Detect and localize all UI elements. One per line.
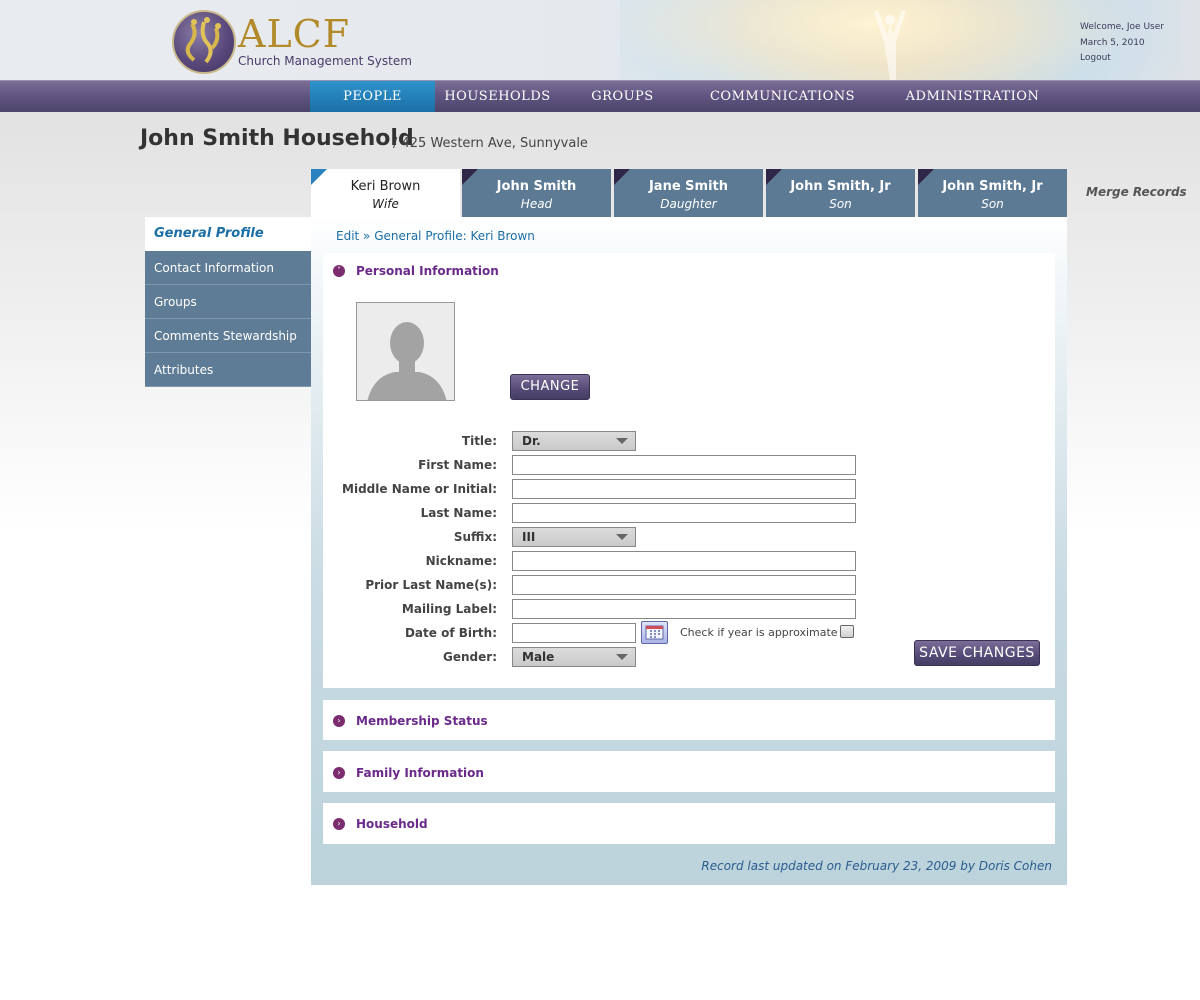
approximate-year-label: Check if year is approximate [680,626,838,639]
nav-administration[interactable]: ADMINISTRATION [880,81,1065,112]
section-title-household[interactable]: Household [356,817,428,831]
last-name-input[interactable] [512,503,856,523]
household-address: / 425 Western Ave, Sunnyvale [393,136,588,151]
nav-groups[interactable]: GROUPS [560,81,685,112]
section-title-personal[interactable]: Personal Information [356,264,499,278]
tab-corner-marker [766,169,782,185]
calendar-grid-icon [645,625,664,640]
welcome-text: Welcome, Joe User [1080,22,1164,32]
household-title: John Smith Household [140,126,414,151]
member-role: Daughter [660,197,717,211]
logo-emblem [172,10,236,74]
middle-name-input[interactable] [512,479,856,499]
first-name-input[interactable] [512,455,856,475]
current-date: March 5, 2010 [1080,37,1145,48]
tab-corner-marker [614,169,630,185]
nav-people[interactable]: PEOPLE [310,81,435,112]
label-nickname: Nickname: [425,554,497,568]
label-gender: Gender: [443,650,497,664]
side-item-groups[interactable]: Groups [145,285,311,319]
main-nav: PEOPLE HOUSEHOLDS GROUPS COMMUNICATIONS … [0,80,1200,112]
title-select[interactable]: Dr. [512,431,636,451]
dropdown-arrow-icon [616,654,628,660]
date-of-birth-input[interactable] [512,623,636,643]
expand-chevron-icon[interactable]: › [333,818,345,830]
label-last-name: Last Name: [420,506,497,520]
label-date-of-birth: Date of Birth: [404,626,497,640]
label-first-name: First Name: [418,458,497,472]
member-name: John Smith [496,179,577,194]
member-role: Son [829,197,852,211]
title-selected-value: Dr. [522,434,541,448]
member-tab-john-smith-jr-2[interactable]: John Smith, Jr Son [918,169,1067,217]
profile-photo [356,302,455,401]
member-role: Wife [372,197,399,211]
gender-selected-value: Male [522,650,555,664]
expand-chevron-icon[interactable]: › [333,767,345,779]
suffix-select[interactable]: III [512,527,636,547]
header-banner: ALCF Church Management System Welcome, J… [0,0,1200,80]
user-box: Welcome, Joe User March 5, 2010 Logout [1080,20,1164,67]
side-item-attributes[interactable]: Attributes [145,353,311,387]
record-updated-note: Record last updated on February 23, 2009… [701,859,1052,873]
merge-records-link[interactable]: Merge Records [1086,185,1187,199]
nav-communications[interactable]: COMMUNICATIONS [685,81,880,112]
member-tab-john-smith-jr[interactable]: John Smith, Jr Son [766,169,915,217]
label-mailing-label: Mailing Label: [401,602,497,616]
prior-last-names-input[interactable] [512,575,856,595]
dancing-figures-icon [185,17,221,64]
tab-corner-marker [462,169,478,185]
breadcrumb: Edit » General Profile: Keri Brown [336,229,535,243]
logo-title: ALCF [238,12,351,56]
dropdown-arrow-icon [616,438,628,444]
calendar-icon[interactable] [641,621,668,644]
approximate-year-checkbox[interactable] [840,625,854,638]
logo-subtitle: Church Management System [238,54,412,68]
member-tab-jane-smith[interactable]: Jane Smith Daughter [614,169,763,217]
change-photo-button[interactable]: CHANGE [510,374,590,400]
tab-corner-marker [918,169,934,185]
profile-side-menu: General Profile Contact Information Grou… [145,217,311,387]
member-name: Keri Brown [350,179,421,194]
nav-households[interactable]: HOUSEHOLDS [435,81,560,112]
mailing-label-input[interactable] [512,599,856,619]
save-changes-button[interactable]: SAVE CHANGES [914,640,1040,666]
logout-link[interactable]: Logout [1080,51,1164,67]
dropdown-arrow-icon [616,534,628,540]
avatar-placeholder-icon [367,322,447,400]
side-item-general-profile[interactable]: General Profile [145,217,311,251]
member-tab-keri-brown[interactable]: Keri Brown Wife [311,169,460,217]
logo[interactable]: ALCF Church Management System [172,10,412,74]
nickname-input[interactable] [512,551,856,571]
label-title: Title: [461,434,497,448]
gender-select[interactable]: Male [512,647,636,667]
suffix-selected-value: III [522,530,536,544]
member-name: John Smith, Jr [790,179,891,194]
label-middle-name: Middle Name or Initial: [342,482,497,496]
worship-figure-image [874,10,906,80]
side-item-comments-stewardship[interactable]: Comments Stewardship [145,319,311,353]
label-prior-last-names: Prior Last Name(s): [365,578,497,592]
member-role: Head [520,197,553,211]
member-name: Jane Smith [648,179,729,194]
member-role: Son [981,197,1004,211]
collapse-chevron-icon[interactable]: ˅ [333,265,345,277]
label-suffix: Suffix: [453,530,497,544]
expand-chevron-icon[interactable]: › [333,715,345,727]
section-title-family[interactable]: Family Information [356,766,484,780]
member-name: John Smith, Jr [942,179,1043,194]
tab-corner-marker [311,169,327,185]
member-tab-john-smith[interactable]: John Smith Head [462,169,611,217]
section-title-membership[interactable]: Membership Status [356,714,488,728]
household-section[interactable] [323,803,1055,844]
side-item-contact-information[interactable]: Contact Information [145,251,311,285]
